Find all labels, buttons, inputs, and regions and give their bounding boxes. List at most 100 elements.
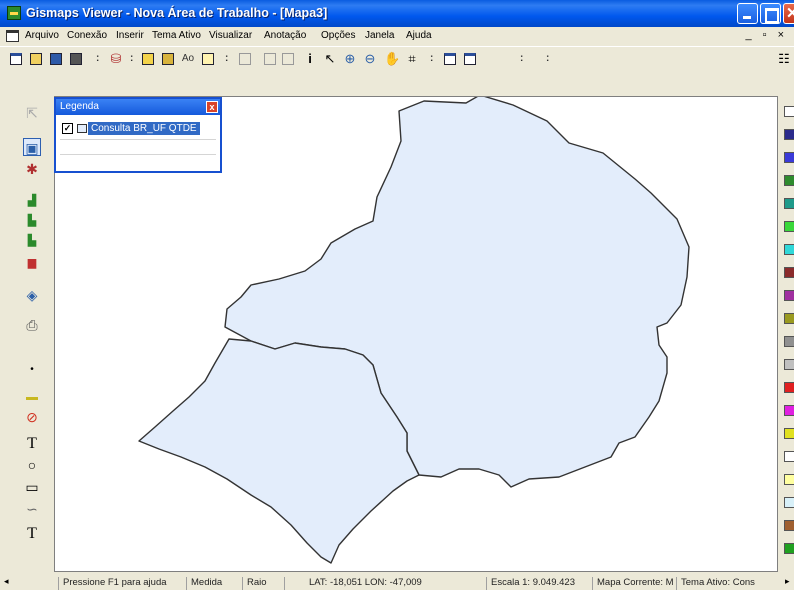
zoom-out-button[interactable]: ⊖ <box>362 51 378 67</box>
close-button[interactable]: ✕ <box>783 3 794 24</box>
freehand-tool-button[interactable]: ∽ <box>23 500 41 518</box>
minimize-button[interactable] <box>737 3 758 24</box>
palette-swatch[interactable] <box>784 313 794 324</box>
add-layer-button[interactable] <box>140 51 156 67</box>
maximize-button[interactable] <box>760 3 781 24</box>
menu-conexao[interactable]: Conexão <box>67 30 107 41</box>
palette-swatch[interactable] <box>784 336 794 347</box>
toolbar-chevron-icon[interactable]: : <box>225 53 228 64</box>
database-icon: ⛁ <box>110 51 122 66</box>
scroll-left-icon[interactable]: ◂ <box>4 576 9 587</box>
pointer-button[interactable]: ↖ <box>322 51 338 67</box>
application-window: Gismaps Viewer - Nova Área de Trabalho -… <box>0 0 794 590</box>
new-map-button[interactable] <box>8 51 24 67</box>
open-button[interactable] <box>28 51 44 67</box>
window-tile-button[interactable] <box>442 51 458 67</box>
text-tool-button[interactable]: T <box>23 434 41 452</box>
palette-swatch[interactable] <box>784 405 794 416</box>
menu-tema-ativo[interactable]: Tema Ativo <box>152 30 201 41</box>
print-preview-button[interactable]: ⎙ <box>23 316 41 334</box>
toolbar-chevron-icon[interactable]: : <box>430 53 433 64</box>
window-title: Gismaps Viewer - Nova Área de Trabalho -… <box>26 6 328 20</box>
window-cascade-icon <box>464 53 476 65</box>
legend-layer-label[interactable]: Consulta BR_UF QTDE <box>88 122 200 135</box>
theme-button[interactable] <box>200 51 216 67</box>
menu-janela[interactable]: Janela <box>365 30 394 41</box>
grid-button[interactable] <box>280 51 296 67</box>
label-button[interactable]: Ao <box>180 51 196 67</box>
measure-tool-button[interactable]: ⊘ <box>23 408 41 426</box>
toolbar-chevron-icon[interactable]: : <box>520 53 523 64</box>
info-button[interactable]: i <box>302 51 318 67</box>
text-tool-2-button[interactable]: T <box>23 524 41 542</box>
menu-opcoes[interactable]: Opções <box>321 30 355 41</box>
palette-swatch[interactable] <box>784 152 794 163</box>
scroll-right-icon[interactable]: ▸ <box>785 576 790 587</box>
legend-layer-row[interactable]: ✓ Consulta BR_UF QTDE <box>62 122 218 135</box>
chart-icon: ▟ <box>27 195 37 207</box>
palette-swatch[interactable] <box>784 290 794 301</box>
toolbar-chevron-icon[interactable]: : <box>546 53 549 64</box>
pan-icon: ✋ <box>384 51 401 66</box>
vertex-tool-button[interactable]: ✱ <box>23 160 41 178</box>
palette-swatch[interactable] <box>784 474 794 485</box>
layer-properties-button[interactable] <box>160 51 176 67</box>
menu-inserir[interactable]: Inserir <box>116 30 144 41</box>
palette-swatch[interactable] <box>784 520 794 531</box>
edit-tool-icon: ▣ <box>25 140 39 156</box>
menu-arquivo[interactable]: Arquivo <box>25 30 59 41</box>
zoom-out-icon: ⊖ <box>364 51 376 66</box>
palette-swatch[interactable] <box>784 175 794 186</box>
palette-swatch[interactable] <box>784 359 794 370</box>
palette-swatch[interactable] <box>784 198 794 209</box>
palette-swatch[interactable] <box>784 267 794 278</box>
window-cascade-button[interactable] <box>462 51 478 67</box>
palette-swatch[interactable] <box>784 106 794 117</box>
palette-swatch[interactable] <box>784 428 794 439</box>
table-icon <box>264 53 276 65</box>
toolbar-chevron-icon[interactable]: : <box>130 53 133 64</box>
select-area-button[interactable] <box>237 51 253 67</box>
select-tool-button[interactable]: ⇱ <box>23 104 41 122</box>
chart-tool-4-button[interactable]: ▆ <box>23 252 41 270</box>
add-layer-icon <box>142 53 154 65</box>
legend-close-button[interactable]: x <box>206 101 218 113</box>
extra-tool-button[interactable]: ☷ <box>776 51 792 67</box>
print-button[interactable] <box>68 51 84 67</box>
rectangle-tool-button[interactable]: ▭ <box>23 478 41 496</box>
table-button[interactable] <box>262 51 278 67</box>
menu-ajuda[interactable]: Ajuda <box>406 30 432 41</box>
save-button[interactable] <box>48 51 64 67</box>
chart-tool-2-button[interactable]: ▙ <box>23 210 41 228</box>
menu-anotacao[interactable]: Anotação <box>264 30 306 41</box>
zoom-in-button[interactable]: ⊕ <box>342 51 358 67</box>
chart-tool-1-button[interactable]: ▟ <box>23 190 41 208</box>
chart-tool-3-button[interactable]: ▙ <box>23 230 41 248</box>
select-tool-icon: ⇱ <box>26 105 38 121</box>
database-button[interactable]: ⛁ <box>108 51 124 67</box>
edit-tool-button[interactable]: ▣ <box>23 138 41 156</box>
palette-swatch[interactable] <box>784 129 794 140</box>
close-icon: x <box>209 102 215 112</box>
line-style-button[interactable] <box>23 388 41 406</box>
layer-visibility-checkbox[interactable]: ✓ <box>62 123 73 134</box>
dot-icon: • <box>30 364 34 375</box>
toolbar-chevron-icon[interactable]: : <box>96 53 99 64</box>
mdi-window-controls[interactable]: _ ▫ × <box>745 29 788 41</box>
palette-swatch[interactable] <box>784 451 794 462</box>
palette-swatch[interactable] <box>784 221 794 232</box>
layer-tool-button[interactable]: ◈ <box>23 286 41 304</box>
title-bar[interactable]: Gismaps Viewer - Nova Área de Trabalho -… <box>0 0 794 27</box>
menu-visualizar[interactable]: Visualizar <box>209 30 252 41</box>
palette-swatch[interactable] <box>784 244 794 255</box>
pan-button[interactable]: ✋ <box>384 51 400 67</box>
palette-swatch[interactable] <box>784 382 794 393</box>
zoom-extent-button[interactable]: ⌗ <box>404 51 420 67</box>
compass-icon: ⊘ <box>26 409 38 425</box>
palette-swatch[interactable] <box>784 543 794 554</box>
layer-properties-icon <box>162 53 174 65</box>
circle-tool-button[interactable]: ○ <box>23 456 41 474</box>
legend-title-bar[interactable]: Legenda x <box>56 99 220 115</box>
palette-swatch[interactable] <box>784 497 794 508</box>
document-icon[interactable] <box>6 30 19 42</box>
